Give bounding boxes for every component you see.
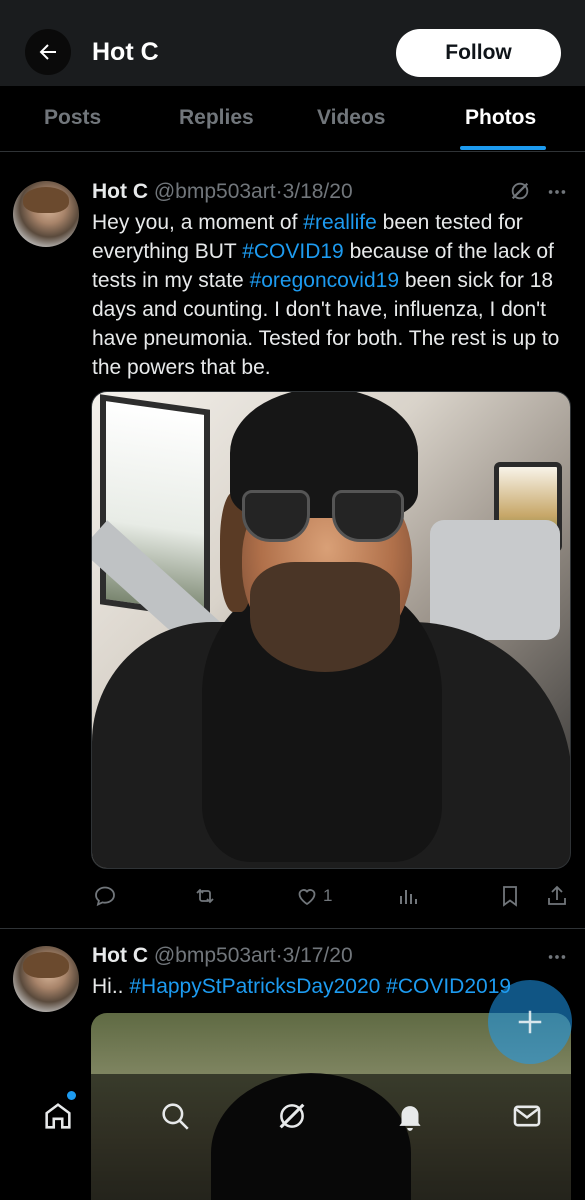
post-header: Hot C @bmp503art·3/18/20 <box>92 180 353 204</box>
search-icon <box>162 1103 189 1130</box>
post-divider <box>0 928 585 929</box>
bell-icon <box>399 1106 421 1131</box>
share-icon <box>548 885 566 905</box>
repost-icon <box>196 888 214 904</box>
post-actions: 1 <box>0 878 585 918</box>
views-icon <box>400 890 417 904</box>
bookmark-button[interactable] <box>498 884 522 908</box>
tab-videos[interactable]: Videos <box>317 106 385 130</box>
post-header: Hot C @bmp503art·3/17/20 <box>92 944 353 968</box>
compose-button[interactable] <box>488 980 572 1064</box>
post-text-segment: Hey you, a moment of <box>92 211 304 234</box>
follow-button[interactable]: Follow <box>396 29 561 77</box>
like-count: 1 <box>323 886 333 905</box>
reply-button[interactable] <box>93 884 117 908</box>
avatar[interactable] <box>13 946 79 1012</box>
tab-photos[interactable]: Photos <box>465 106 536 130</box>
tab-replies[interactable]: Replies <box>179 106 254 130</box>
nav-home[interactable] <box>38 1096 78 1136</box>
post-author-name[interactable]: Hot C <box>92 180 148 203</box>
post-text-segment: Hi.. <box>92 975 130 998</box>
heart-icon <box>298 889 316 906</box>
bottom-nav <box>0 1074 585 1200</box>
like-button[interactable]: 1 <box>295 884 332 908</box>
profile-name-title: Hot C <box>92 38 159 66</box>
hashtag-link[interactable]: #COVID2019 <box>386 975 511 998</box>
notification-dot <box>67 1091 76 1100</box>
nav-search[interactable] <box>155 1096 195 1136</box>
grok-nav-icon <box>279 1103 305 1129</box>
post-author-name[interactable]: Hot C <box>92 944 148 967</box>
separator-dot: · <box>275 180 283 203</box>
repost-button[interactable] <box>193 884 217 908</box>
mail-icon <box>513 1105 541 1127</box>
post-author-handle[interactable]: @bmp503art <box>154 944 276 967</box>
reply-icon <box>95 886 115 907</box>
profile-header: Hot C Follow <box>0 0 585 86</box>
hashtag-link[interactable]: #oregoncovid19 <box>250 269 399 292</box>
more-icon[interactable] <box>546 181 568 203</box>
nav-messages[interactable] <box>507 1096 547 1136</box>
active-tab-indicator <box>460 146 546 150</box>
post-text: Hey you, a moment of #reallife been test… <box>92 208 572 382</box>
nav-grok[interactable] <box>272 1096 312 1136</box>
nav-notifications[interactable] <box>390 1096 430 1136</box>
post-date[interactable]: 3/17/20 <box>283 944 353 967</box>
bookmark-icon <box>503 886 517 907</box>
avatar[interactable] <box>13 181 79 247</box>
views-button[interactable] <box>397 884 421 908</box>
hashtag-link[interactable]: #HappyStPatricksDay2020 <box>129 975 380 998</box>
hashtag-link[interactable]: #reallife <box>303 211 377 234</box>
back-arrow-icon <box>39 44 56 60</box>
tab-posts[interactable]: Posts <box>44 106 101 130</box>
more-icon[interactable] <box>546 946 568 968</box>
back-button[interactable] <box>25 29 71 75</box>
share-button[interactable] <box>545 884 569 908</box>
plus-icon <box>518 1010 542 1034</box>
post-photo[interactable] <box>91 391 571 869</box>
post-author-handle[interactable]: @bmp503art <box>154 180 276 203</box>
separator-dot: · <box>275 944 283 967</box>
post-date[interactable]: 3/18/20 <box>283 180 353 203</box>
grok-icon[interactable] <box>509 180 531 202</box>
home-icon <box>45 1103 71 1129</box>
hashtag-link[interactable]: #COVID19 <box>242 240 344 263</box>
profile-tabs: Posts Replies Videos Photos <box>0 86 585 152</box>
